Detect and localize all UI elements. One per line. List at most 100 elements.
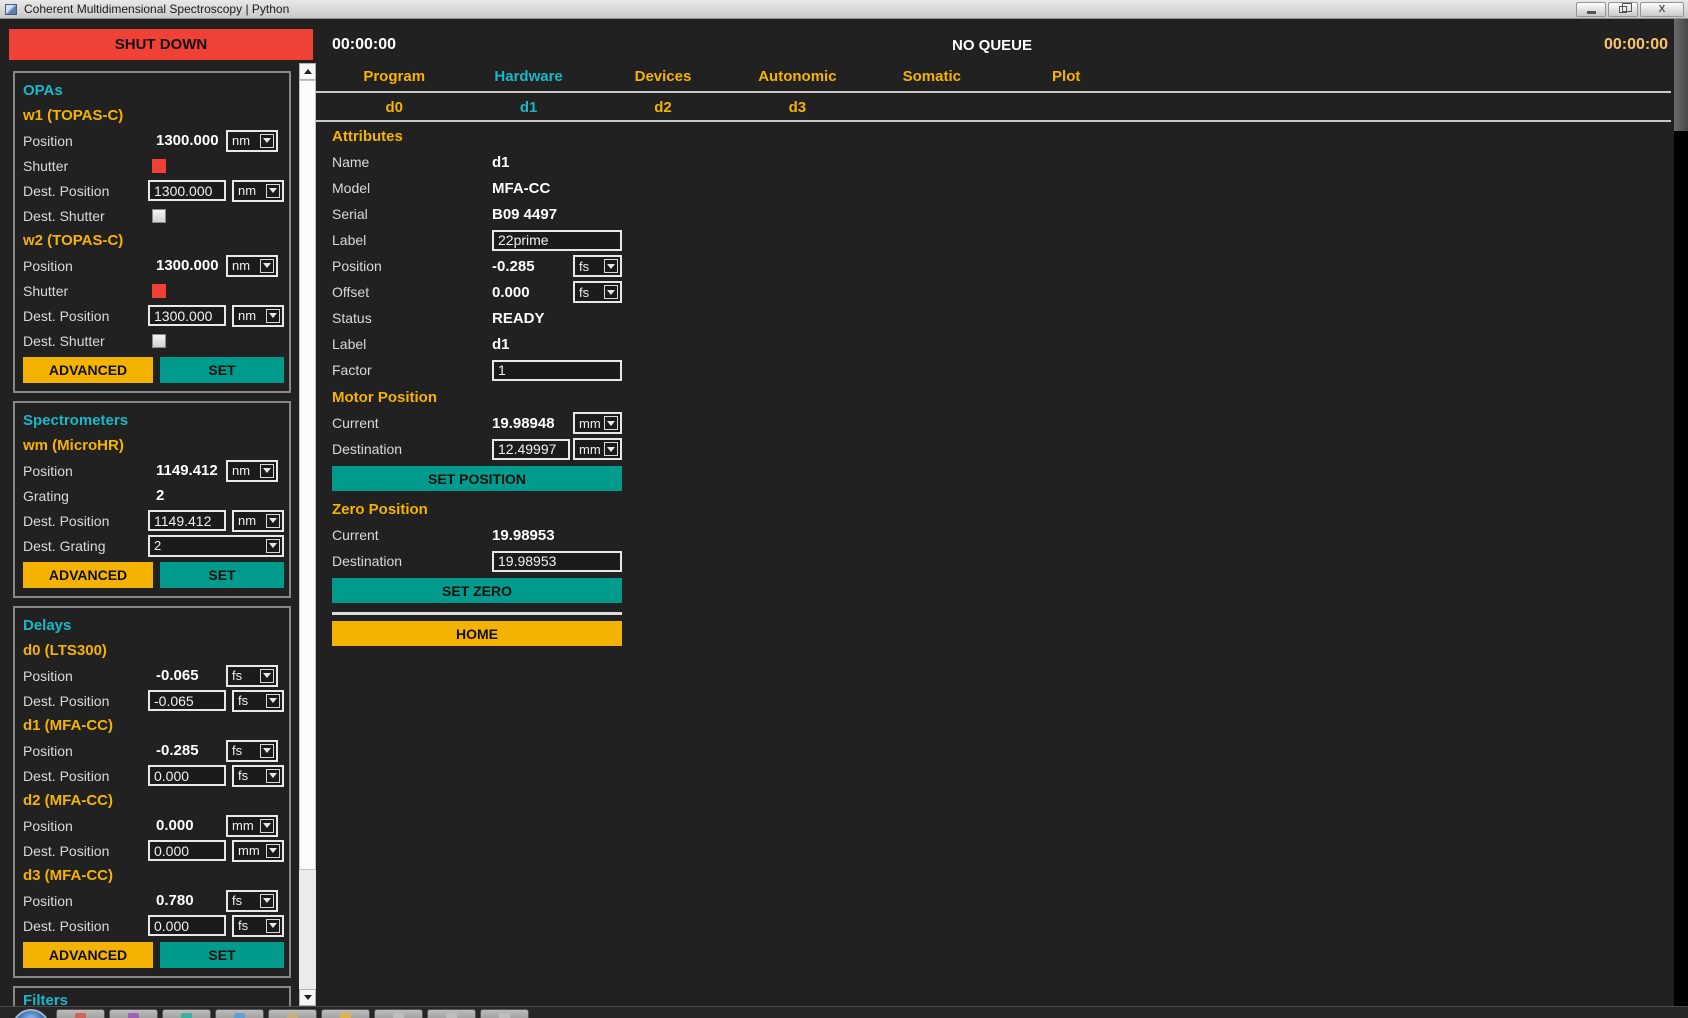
position-row: Position0.780fs xyxy=(23,888,284,913)
dest-position-row: Dest. Positionfs xyxy=(23,688,284,713)
taskbar-item[interactable] xyxy=(321,1009,370,1018)
units-select[interactable]: mm xyxy=(226,815,278,837)
dest-shutter-label: Dest. Shutter xyxy=(23,333,148,349)
dest-position-input[interactable] xyxy=(148,180,226,201)
grating-value: 2 xyxy=(148,487,164,504)
factor-input[interactable] xyxy=(492,360,622,381)
units-select[interactable]: nm xyxy=(232,180,284,202)
taskbar-item[interactable] xyxy=(56,1009,105,1018)
units-select[interactable]: nm xyxy=(232,510,284,532)
chevron-down-icon xyxy=(269,773,277,778)
advanced-button[interactable]: ADVANCED xyxy=(23,942,153,968)
tab-program[interactable]: Program xyxy=(327,68,461,85)
units-select[interactable]: mm xyxy=(573,412,622,434)
units-select[interactable]: fs xyxy=(573,281,622,303)
position-value: 1300.000 xyxy=(148,132,226,149)
units-select[interactable]: nm xyxy=(226,130,278,152)
units-select[interactable]: fs xyxy=(573,255,622,277)
units-select[interactable]: nm xyxy=(232,305,284,327)
set-button[interactable]: SET xyxy=(160,562,284,588)
subtab-d2[interactable]: d2 xyxy=(596,99,730,116)
scrollbar-thumb[interactable] xyxy=(1674,19,1688,131)
set-zero-button[interactable]: SET ZERO xyxy=(332,578,622,603)
tab-autonomic[interactable]: Autonomic xyxy=(730,68,864,85)
set-button[interactable]: SET xyxy=(160,942,284,968)
control-zone: -0.285fs xyxy=(492,255,622,277)
subtab-d0[interactable]: d0 xyxy=(327,99,461,116)
dest-grating-value: 2 xyxy=(150,538,266,553)
scroll-down-button[interactable] xyxy=(299,989,316,1006)
tab-devices[interactable]: Devices xyxy=(596,68,730,85)
unit-label: fs xyxy=(575,259,604,274)
taskbar-item[interactable] xyxy=(268,1009,317,1018)
tab-hardware[interactable]: Hardware xyxy=(461,68,595,85)
section-title-spectrometers: Spectrometers xyxy=(23,409,284,433)
close-button[interactable]: X xyxy=(1640,2,1684,17)
label-input[interactable] xyxy=(492,230,622,251)
taskbar-item[interactable] xyxy=(427,1009,476,1018)
unit-label: nm xyxy=(234,183,266,198)
chevron-down-icon xyxy=(263,898,271,903)
dest-position-input[interactable] xyxy=(148,510,226,531)
taskbar-item[interactable] xyxy=(109,1009,158,1018)
minimize-button[interactable] xyxy=(1576,2,1606,17)
subtab-d1[interactable]: d1 xyxy=(461,99,595,116)
destination-input[interactable] xyxy=(492,551,622,572)
dest-shutter-checkbox[interactable] xyxy=(152,209,166,223)
units-select[interactable]: mm xyxy=(573,438,622,460)
dest-position-input[interactable] xyxy=(148,840,226,861)
windows-taskbar[interactable] xyxy=(0,1006,1688,1018)
set-button[interactable]: SET xyxy=(160,357,284,383)
position-row: Position1149.412nm xyxy=(23,458,284,483)
scroll-up-button[interactable] xyxy=(299,63,316,80)
chevron-down-icon xyxy=(604,442,618,456)
taskbar-item[interactable] xyxy=(480,1009,529,1018)
taskbar-app-icon xyxy=(287,1013,298,1018)
units-select[interactable]: fs xyxy=(226,665,278,687)
dest-position-input[interactable] xyxy=(148,305,226,326)
units-select[interactable]: nm xyxy=(226,255,278,277)
units-select[interactable]: mm xyxy=(232,840,284,862)
position-value: 1300.000 xyxy=(148,257,226,274)
section-buttons: ADVANCED SET xyxy=(23,942,284,968)
dest-position-input[interactable] xyxy=(148,765,226,786)
scrollbar-thumb[interactable] xyxy=(299,80,316,870)
position-label: Position xyxy=(23,893,148,909)
units-select[interactable]: fs xyxy=(226,890,278,912)
queue-status: NO QUEUE xyxy=(313,37,1671,54)
units-select[interactable]: fs xyxy=(226,740,278,762)
chevron-down-icon xyxy=(266,919,280,933)
home-button[interactable]: HOME xyxy=(332,621,622,646)
units-select[interactable]: fs xyxy=(232,765,284,787)
sidebar-scrollbar[interactable] xyxy=(299,63,316,1006)
tab-somatic[interactable]: Somatic xyxy=(865,68,999,85)
taskbar-item[interactable] xyxy=(162,1009,211,1018)
minimize-icon xyxy=(1587,11,1596,14)
control-zone: 0.000mm xyxy=(148,815,284,837)
restore-button[interactable] xyxy=(1608,2,1638,17)
units-select[interactable]: fs xyxy=(232,690,284,712)
dest-shutter-checkbox[interactable] xyxy=(152,334,166,348)
tab-plot[interactable]: Plot xyxy=(999,68,1133,85)
device-detail-panel: AttributesNamed1ModelMFA-CCSerialB09 449… xyxy=(332,122,622,650)
dest-position-input[interactable] xyxy=(148,915,226,936)
subtab-d3[interactable]: d3 xyxy=(730,99,864,116)
units-select[interactable]: fs xyxy=(232,915,284,937)
control-zone: -0.065fs xyxy=(148,665,284,687)
taskbar-item[interactable] xyxy=(215,1009,264,1018)
set-position-button[interactable]: SET POSITION xyxy=(332,466,622,491)
shutdown-button[interactable]: SHUT DOWN xyxy=(9,29,313,60)
units-select[interactable]: nm xyxy=(226,460,278,482)
advanced-button[interactable]: ADVANCED xyxy=(23,357,153,383)
advanced-button[interactable]: ADVANCED xyxy=(23,562,153,588)
window-scrollbar[interactable] xyxy=(1674,19,1688,1006)
name-row: Named1 xyxy=(332,149,622,175)
dest-grating-select[interactable]: 2 xyxy=(148,535,284,557)
titlebar: Coherent Multidimensional Spectroscopy |… xyxy=(0,0,1688,19)
shutter-indicator xyxy=(152,159,166,173)
chevron-down-icon xyxy=(607,290,615,295)
dest-position-input[interactable] xyxy=(148,690,226,711)
start-orb[interactable] xyxy=(12,1009,50,1018)
taskbar-item[interactable] xyxy=(374,1009,423,1018)
destination-input[interactable] xyxy=(492,439,570,460)
